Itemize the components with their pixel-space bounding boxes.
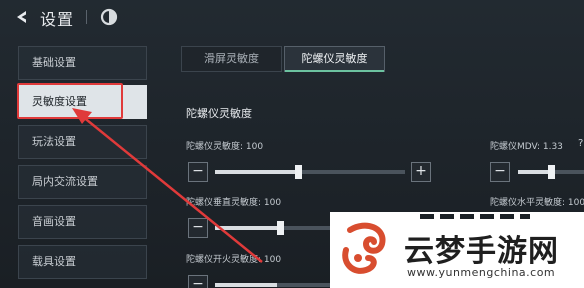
- section-title: 陀螺仪灵敏度: [186, 107, 252, 120]
- gyro-vertical-slider[interactable]: [215, 221, 335, 235]
- gyro-minus-button[interactable]: −: [188, 162, 208, 182]
- gyro-vertical-label: 陀螺仪垂直灵敏度: 100: [186, 198, 282, 208]
- settings-panel: 设置 基础设置 灵敏度设置 玩法设置 局内交流设置 音画设置 载具设置 滑屏灵敏…: [0, 0, 584, 288]
- gyro-mdv-slider-thumb[interactable]: [548, 165, 555, 179]
- sidebar-item-communication[interactable]: 局内交流设置: [18, 165, 147, 199]
- gyro-vertical-slider-thumb[interactable]: [277, 221, 284, 235]
- tab-label: 滑屏灵敏度: [204, 52, 259, 65]
- sidebar-item-label: 基础设置: [32, 56, 76, 69]
- gyro-slider[interactable]: [215, 165, 405, 179]
- sidebar-item-gameplay[interactable]: 玩法设置: [18, 125, 147, 159]
- sidebar-item-audio-video[interactable]: 音画设置: [18, 205, 147, 239]
- watermark-logo-icon: [342, 222, 386, 274]
- gyro-mdv-label: 陀螺仪MDV: 1.33: [490, 142, 563, 152]
- gyro-slider-thumb[interactable]: [295, 165, 302, 179]
- gyro-fire-slider[interactable]: [215, 283, 335, 287]
- gyro-vertical-slider-fill: [215, 226, 277, 230]
- header: 设置: [0, 0, 584, 34]
- sidebar-item-label: 音画设置: [32, 215, 76, 228]
- tab-label: 陀螺仪灵敏度: [301, 52, 368, 65]
- gyro-vertical-minus-button[interactable]: −: [188, 218, 208, 238]
- sidebar-item-label: 局内交流设置: [32, 175, 98, 188]
- page-title: 设置: [40, 10, 75, 29]
- gyro-slider-fill: [215, 170, 295, 174]
- watermark-stripes: [420, 214, 530, 219]
- gyro-fire-slider-fill: [215, 283, 277, 287]
- tab-bar: 滑屏灵敏度 陀螺仪灵敏度: [181, 46, 391, 72]
- game-logo-icon: [100, 8, 118, 26]
- annotation-highlight-box: [17, 83, 123, 119]
- gyro-horizontal-label: 陀螺仪水平灵敏度: 100: [490, 198, 584, 208]
- sidebar-item-label: 玩法设置: [32, 135, 76, 148]
- back-arrow-icon[interactable]: [14, 9, 30, 25]
- gyro-mdv-slider[interactable]: [518, 165, 584, 179]
- gyro-mdv-slider-fill: [518, 170, 548, 174]
- header-divider: [86, 10, 87, 24]
- help-icon[interactable]: ?: [578, 138, 583, 149]
- tab-swipe-sensitivity[interactable]: 滑屏灵敏度: [181, 46, 282, 72]
- watermark-url: www.yunmengchina.com: [407, 266, 556, 279]
- tab-gyro-sensitivity[interactable]: 陀螺仪灵敏度: [284, 46, 385, 72]
- sidebar-item-vehicle[interactable]: 载具设置: [18, 245, 147, 279]
- gyro-plus-button[interactable]: +: [411, 162, 431, 182]
- sidebar-item-basic[interactable]: 基础设置: [18, 46, 147, 80]
- sidebar-item-label: 载具设置: [32, 255, 76, 268]
- gyro-mdv-minus-button[interactable]: −: [490, 162, 510, 182]
- gyro-fire-minus-button[interactable]: −: [188, 275, 208, 288]
- tab-active-indicator: [285, 70, 384, 72]
- gyro-sensitivity-label: 陀螺仪灵敏度: 100: [186, 142, 264, 152]
- gyro-fire-label: 陀螺仪开火灵敏度: 100: [186, 255, 282, 265]
- watermark-site-name: 云梦手游网: [404, 234, 559, 269]
